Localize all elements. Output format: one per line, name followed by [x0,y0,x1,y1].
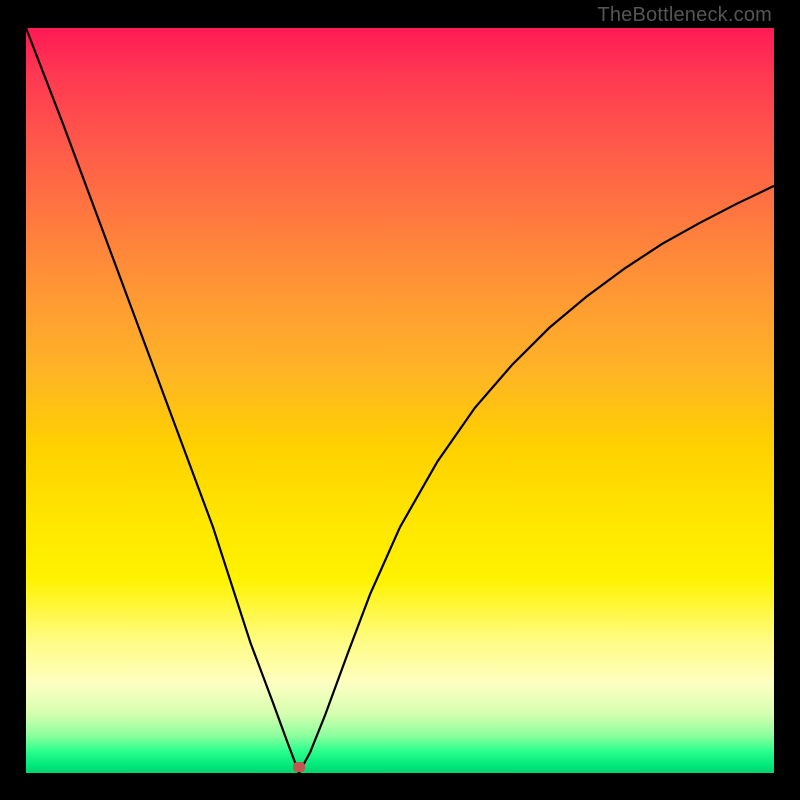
chart-area [26,28,774,773]
chart-curve [26,28,774,773]
watermark-text: TheBottleneck.com [597,4,772,27]
minimum-marker [293,762,305,772]
